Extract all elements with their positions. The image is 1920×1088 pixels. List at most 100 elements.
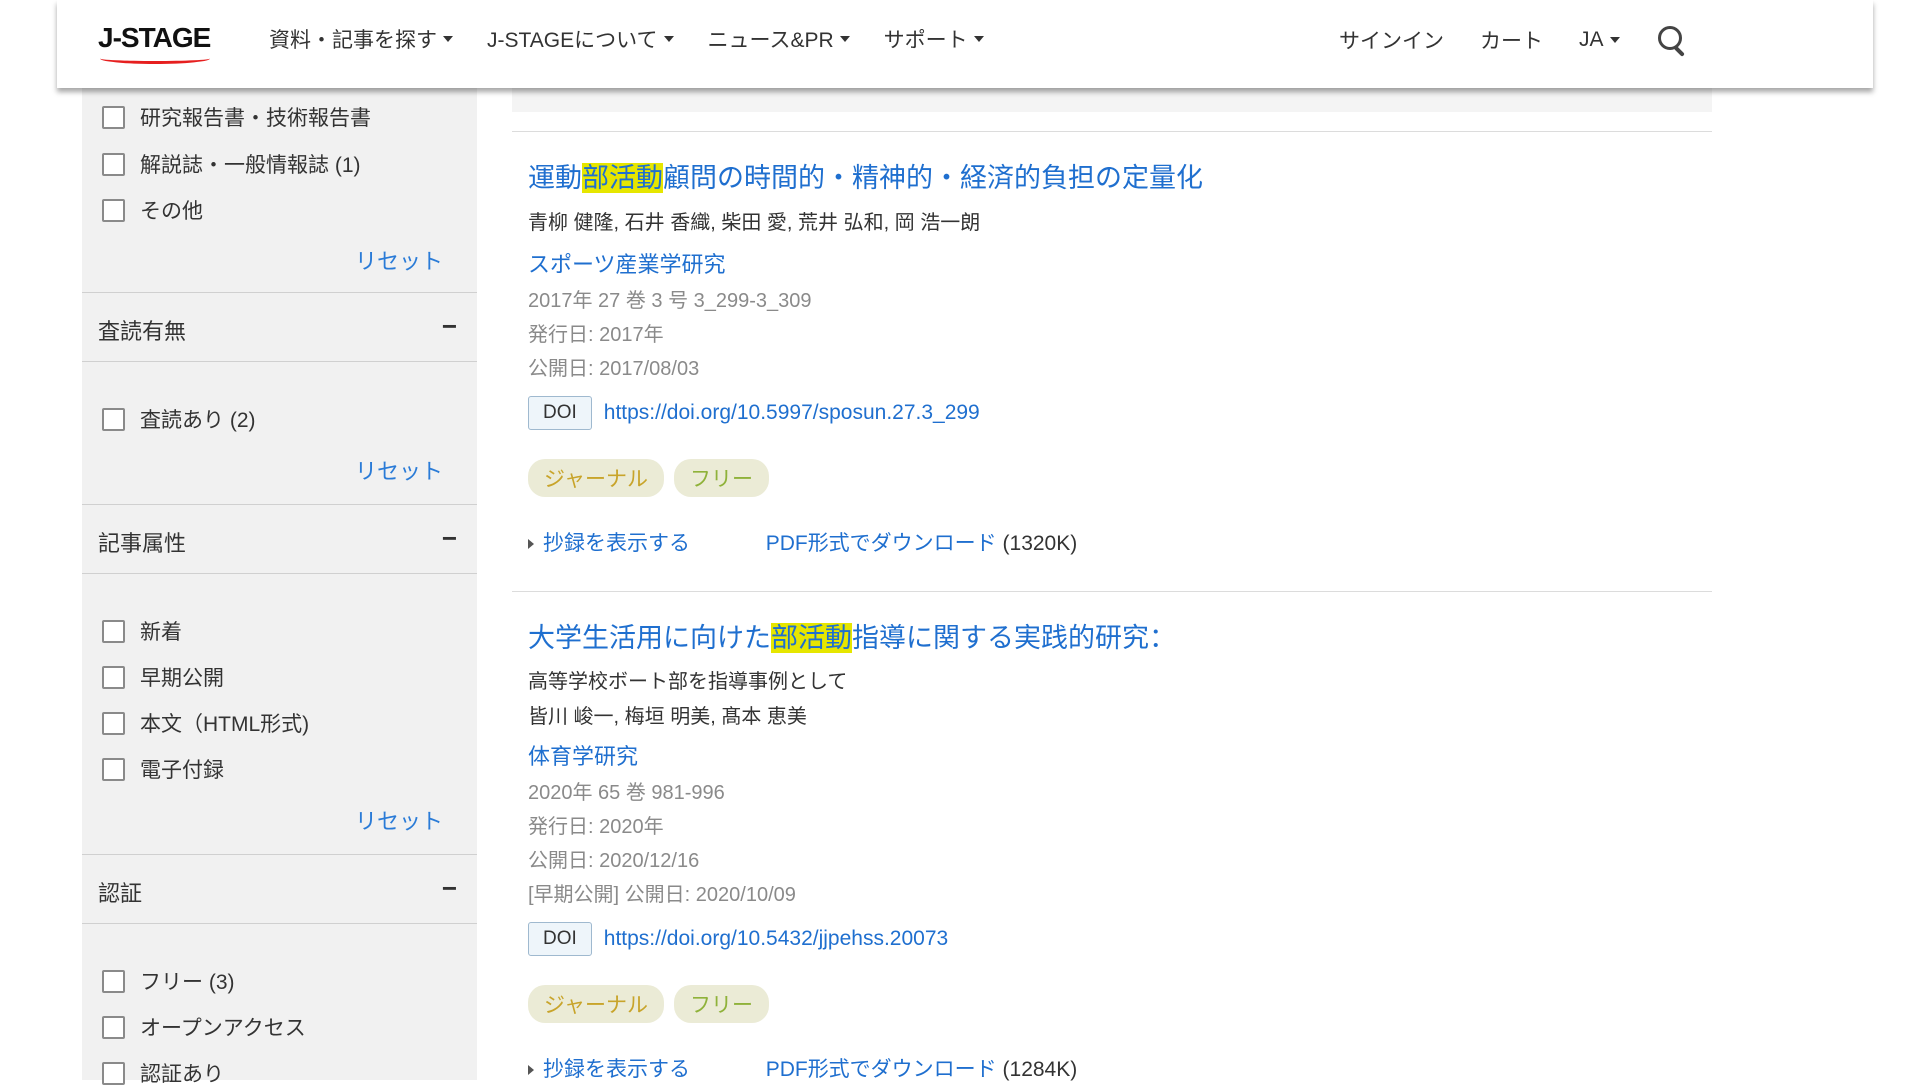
pdf-size: (1320K) bbox=[1002, 532, 1078, 555]
checkbox[interactable] bbox=[102, 757, 125, 781]
filter-other[interactable]: その他 bbox=[102, 195, 203, 225]
filter-peer-reviewed[interactable]: 査読あり (2) bbox=[102, 404, 256, 434]
search-handle bbox=[1673, 45, 1685, 57]
checkbox[interactable] bbox=[102, 619, 125, 643]
collapse-icon[interactable]: − bbox=[442, 311, 457, 342]
nav-label: サポート bbox=[883, 29, 968, 52]
doi-badge: DOI bbox=[528, 922, 592, 956]
filter-new[interactable]: 新着 bbox=[102, 616, 182, 646]
title-text: 顧問の時間的・精神的・経済的負担の定量化 bbox=[663, 163, 1203, 193]
tag-row: ジャーナル フリー bbox=[528, 459, 779, 497]
article-title-link[interactable]: 運動部活動顧問の時間的・精神的・経済的負担の定量化 bbox=[528, 156, 1203, 195]
release-date: 公開日: 2020/12/16 bbox=[528, 850, 700, 872]
nav-about[interactable]: J-STAGEについて bbox=[487, 24, 674, 54]
doi-link[interactable]: https://doi.org/10.5432/jjpehss.20073 bbox=[604, 927, 948, 950]
filter-free[interactable]: フリー (3) bbox=[102, 966, 235, 996]
title-text: 大学生活用に向けた bbox=[528, 623, 771, 653]
title-highlight: 部活動 bbox=[582, 163, 663, 193]
collapse-icon[interactable]: − bbox=[442, 873, 457, 904]
authors: 皆川 峻一, 梅垣 明美, 髙本 恵美 bbox=[528, 706, 807, 728]
title-text: 運動 bbox=[528, 163, 582, 193]
caret-down-icon bbox=[663, 36, 674, 42]
filter-supplementary[interactable]: 電子付録 bbox=[102, 754, 224, 784]
title-text: 指導に関する実践的研究： bbox=[852, 623, 1176, 653]
doi-badge: DOI bbox=[528, 396, 592, 430]
header-right: サインイン カート JA bbox=[1339, 24, 1688, 57]
search-icon[interactable] bbox=[1656, 24, 1688, 57]
caret-down-icon bbox=[973, 36, 984, 42]
filter-magazines[interactable]: 解説誌・一般情報誌 (1) bbox=[102, 149, 361, 179]
nav-support[interactable]: サポート bbox=[884, 24, 984, 54]
checkbox[interactable] bbox=[102, 198, 125, 222]
nav-news[interactable]: ニュース&PR bbox=[708, 24, 850, 54]
journal-link[interactable]: 体育学研究 bbox=[528, 739, 638, 771]
facet-peer-review-header[interactable]: 査読有無 − bbox=[82, 292, 477, 362]
show-abstract-link[interactable]: 抄録を表示する bbox=[543, 1058, 690, 1081]
nav-label: ニュース&PR bbox=[707, 29, 834, 52]
checkbox-label: 新着 bbox=[140, 621, 182, 644]
article-title-link[interactable]: 大学生活用に向けた部活動指導に関する実践的研究： bbox=[528, 616, 1176, 655]
action-row: 抄録を表示する PDF形式でダウンロード (1320K) bbox=[528, 527, 1077, 557]
checkbox-label: 電子付録 bbox=[140, 759, 224, 782]
expand-triangle-icon bbox=[528, 539, 534, 550]
filter-tech-reports[interactable]: 研究報告書・技術報告書 bbox=[102, 102, 371, 132]
checkbox-label: 早期公開 bbox=[140, 667, 224, 690]
filter-html-fulltext[interactable]: 本文（HTML形式) bbox=[102, 708, 309, 738]
early-release-date: [早期公開] 公開日: 2020/10/09 bbox=[528, 884, 796, 906]
show-abstract-link[interactable]: 抄録を表示する bbox=[543, 532, 690, 555]
nav-search-materials[interactable]: 資料・記事を探す bbox=[269, 24, 453, 54]
doi-row: DOI https://doi.org/10.5432/jjpehss.20073 bbox=[528, 922, 948, 956]
cart-link[interactable]: カート bbox=[1480, 25, 1543, 55]
pdf-download-link[interactable]: PDF形式でダウンロード bbox=[766, 1058, 997, 1081]
cart-label: カート bbox=[1480, 30, 1543, 53]
checkbox-label: 認証あり bbox=[140, 1063, 224, 1086]
reset-type-link[interactable]: リセット bbox=[355, 244, 443, 276]
facet-attributes-header[interactable]: 記事属性 − bbox=[82, 504, 477, 574]
pdf-download-link[interactable]: PDF形式でダウンロード bbox=[766, 532, 997, 555]
reset-peer-review-link[interactable]: リセット bbox=[355, 454, 443, 486]
filter-early-release[interactable]: 早期公開 bbox=[102, 662, 224, 692]
result-divider bbox=[512, 591, 1712, 592]
journal-tag: ジャーナル bbox=[528, 985, 664, 1023]
checkbox[interactable] bbox=[102, 1015, 125, 1039]
checkbox-label: オープンアクセス bbox=[140, 1017, 306, 1040]
results-toolbar-edge bbox=[512, 88, 1712, 112]
volume-info: 2017年 27 巻 3 号 3_299-3_309 bbox=[528, 290, 812, 312]
main-nav: 資料・記事を探す J-STAGEについて ニュース&PR サポート bbox=[269, 24, 1018, 54]
doi-link[interactable]: https://doi.org/10.5997/sposun.27.3_299 bbox=[604, 401, 980, 424]
title-highlight: 部活動 bbox=[771, 623, 852, 653]
checkbox[interactable] bbox=[102, 1061, 125, 1085]
facet-title: 認証 bbox=[98, 881, 143, 906]
article-subtitle: 高等学校ボート部を指導事例として bbox=[528, 671, 848, 693]
checkbox[interactable] bbox=[102, 407, 125, 431]
language-select[interactable]: JA bbox=[1579, 28, 1620, 52]
signin-link[interactable]: サインイン bbox=[1339, 25, 1444, 55]
journal-tag: ジャーナル bbox=[528, 459, 664, 497]
signin-label: サインイン bbox=[1339, 30, 1444, 53]
checkbox-label: 査読あり (2) bbox=[140, 409, 256, 432]
caret-down-icon bbox=[839, 36, 850, 42]
filter-open-access[interactable]: オープンアクセス bbox=[102, 1012, 306, 1042]
filter-authenticated[interactable]: 認証あり bbox=[102, 1058, 224, 1088]
checkbox[interactable] bbox=[102, 969, 125, 993]
reset-attributes-link[interactable]: リセット bbox=[355, 804, 443, 836]
jstage-logo[interactable]: J-STAGE bbox=[98, 22, 211, 64]
checkbox[interactable] bbox=[102, 711, 125, 735]
checkbox-label: フリー (3) bbox=[140, 971, 235, 994]
checkbox[interactable] bbox=[102, 665, 125, 689]
issue-date: 発行日: 2020年 bbox=[528, 816, 664, 838]
action-row: 抄録を表示する PDF形式でダウンロード (1284K) bbox=[528, 1053, 1077, 1083]
checkbox-label: 解説誌・一般情報誌 (1) bbox=[140, 154, 361, 177]
checkbox-label: 研究報告書・技術報告書 bbox=[140, 107, 371, 130]
free-tag: フリー bbox=[673, 985, 769, 1023]
journal-link[interactable]: スポーツ産業学研究 bbox=[528, 247, 726, 279]
nav-label: 資料・記事を探す bbox=[269, 29, 437, 52]
collapse-icon[interactable]: − bbox=[442, 523, 457, 554]
facet-auth-header[interactable]: 認証 − bbox=[82, 854, 477, 924]
language-label: JA bbox=[1579, 28, 1604, 51]
facet-title: 記事属性 bbox=[98, 531, 187, 556]
checkbox[interactable] bbox=[102, 105, 125, 129]
checkbox[interactable] bbox=[102, 152, 125, 176]
nav-label: J-STAGEについて bbox=[487, 29, 658, 52]
result-divider bbox=[512, 131, 1712, 132]
